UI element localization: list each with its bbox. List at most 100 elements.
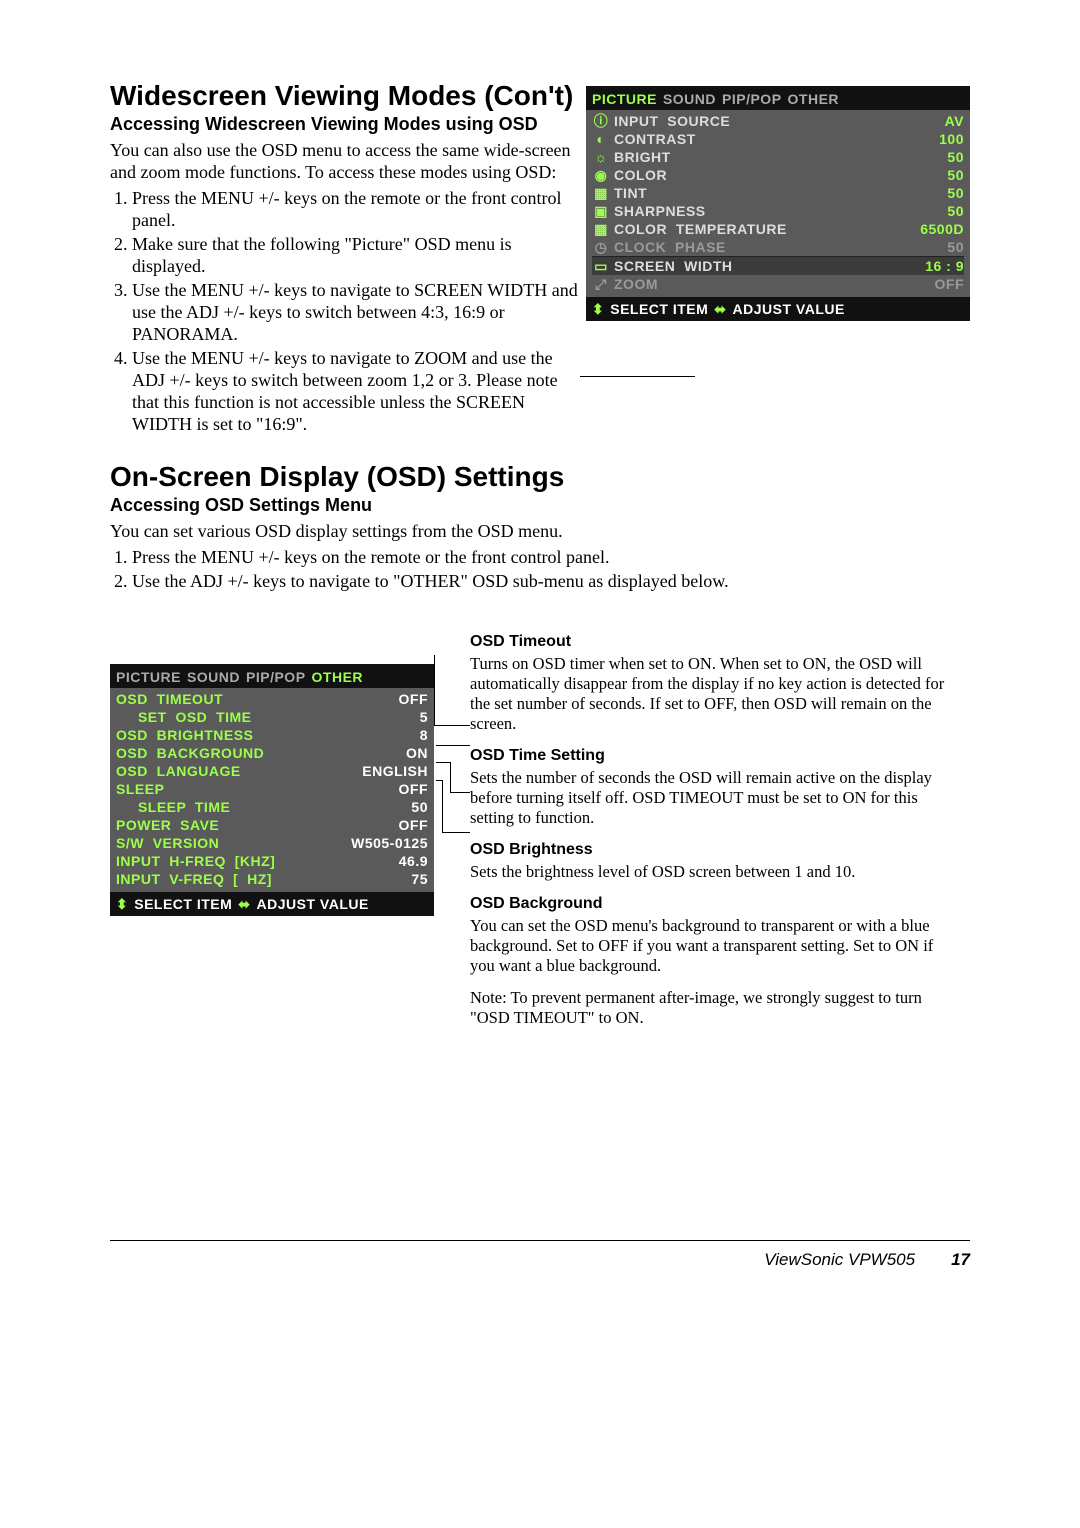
osd-row-value: ON [344, 744, 428, 762]
leader-line [450, 762, 451, 792]
osd-row-value: 50 [344, 798, 428, 816]
up-down-arrows-icon: ⬍ [592, 300, 604, 318]
osd-tab: SOUND [663, 91, 716, 107]
osd-row-label: SHARPNESS [614, 202, 880, 220]
osd-tab: PICTURE [592, 91, 657, 107]
osd-row-label: INPUT H-FREQ [KHZ] [116, 852, 344, 870]
leader-line [436, 745, 470, 746]
osd-tab: OTHER [788, 91, 840, 107]
section1-heading: Widescreen Viewing Modes (Con't) [110, 80, 578, 112]
osd-row-value: 50 [880, 238, 964, 256]
callout-body: You can set the OSD menu's background to… [470, 916, 960, 976]
osd-row: ⤢ZOOMOFF [592, 275, 964, 293]
osd-row-value: ENGLISH [344, 762, 428, 780]
osd-row-value: OFF [344, 780, 428, 798]
brightness-icon: ☼ [592, 148, 610, 166]
osd-row: ▭SCREEN WIDTH16 : 9 [592, 257, 964, 275]
osd-row-label: COLOR [614, 166, 880, 184]
footer-rule [110, 1240, 970, 1241]
osd-row-value: W505-0125 [344, 834, 428, 852]
osd-row-label: CLOCK PHASE [614, 238, 880, 256]
temperature-icon: ▦ [592, 220, 610, 238]
osd-row: INPUT V-FREQ [ HZ]75 [116, 870, 428, 888]
callout-title: OSD Background [470, 894, 960, 914]
osd-row: INPUT H-FREQ [KHZ]46.9 [116, 852, 428, 870]
callout-title: OSD Timeout [470, 632, 960, 652]
list-item: Use the MENU +/- keys to navigate to SCR… [132, 279, 578, 345]
osd-row-label: ZOOM [614, 275, 880, 293]
osd-row: POWER SAVEOFF [116, 816, 428, 834]
osd-row-label: OSD TIMEOUT [116, 690, 344, 708]
list-item: Use the ADJ +/- keys to navigate to "OTH… [132, 570, 970, 592]
list-item: Press the MENU +/- keys on the remote or… [132, 546, 970, 568]
osd-row-label: OSD BACKGROUND [116, 744, 344, 762]
osd-row-label: SLEEP [116, 780, 344, 798]
osd-row-value: 50 [880, 148, 964, 166]
osd-row: ⓘINPUT SOURCEAV [592, 112, 964, 130]
osd-row-value: 50 [880, 184, 964, 202]
osd-row-value: 75 [344, 870, 428, 888]
osd-row-label: BRIGHT [614, 148, 880, 166]
pointer-line [580, 376, 695, 377]
osd-row-label: INPUT V-FREQ [ HZ] [116, 870, 344, 888]
callout-body: Turns on OSD timer when set to ON. When … [470, 654, 960, 734]
osd2-footer: ⬍ SELECT ITEM ⬌ ADJUST VALUE [110, 892, 434, 916]
osd1-select-label: SELECT ITEM [610, 300, 708, 318]
osd-row-label: SCREEN WIDTH [614, 257, 880, 275]
callout-body: Sets the number of seconds the OSD will … [470, 768, 960, 828]
list-item: Use the MENU +/- keys to navigate to ZOO… [132, 347, 578, 435]
osd-row: ☼BRIGHT50 [592, 148, 964, 166]
osd-row-value: 50 [880, 166, 964, 184]
osd-row: ◷CLOCK PHASE50 [592, 238, 964, 256]
osd-row-value: 46.9 [344, 852, 428, 870]
callout-body: Sets the brightness level of OSD screen … [470, 862, 960, 882]
osd-row: S/W VERSIONW505-0125 [116, 834, 428, 852]
osd-row: OSD BACKGROUNDON [116, 744, 428, 762]
osd-tab: PICTURE [116, 669, 181, 685]
osd1-footer: ⬍ SELECT ITEM ⬌ ADJUST VALUE [586, 297, 970, 321]
callout-title: OSD Time Setting [470, 746, 960, 766]
osd-tab: SOUND [187, 669, 240, 685]
section2-intro: You can set various OSD display settings… [110, 520, 970, 542]
contrast-icon: ◐ [592, 130, 610, 148]
osd-row: ▣SHARPNESS50 [592, 202, 964, 220]
section1-subheading: Accessing Widescreen Viewing Modes using… [110, 114, 578, 135]
osd-row-value: OFF [344, 690, 428, 708]
left-right-arrows-icon: ⬌ [714, 300, 726, 318]
section1-steps: Press the MENU +/- keys on the remote or… [110, 187, 578, 435]
osd-row: ◐CONTRAST100 [592, 130, 964, 148]
osd-row-label: SET OSD TIME [116, 708, 344, 726]
osd2-adjust-label: ADJUST VALUE [257, 895, 369, 913]
osd1-tabs: PICTURE SOUND PIP/POP OTHER [586, 86, 970, 110]
osd-row-label: OSD LANGUAGE [116, 762, 344, 780]
note-text: Note: To prevent permanent after-image, … [470, 988, 960, 1028]
footer-page-number: 17 [951, 1250, 970, 1270]
section2-subheading: Accessing OSD Settings Menu [110, 495, 970, 516]
callouts-column: OSD TimeoutTurns on OSD timer when set t… [470, 632, 960, 1040]
osd-tab: PIP/POP [246, 669, 306, 685]
left-right-arrows-icon: ⬌ [238, 895, 250, 913]
osd-row-value: OFF [880, 275, 964, 293]
osd1-adjust-label: ADJUST VALUE [733, 300, 845, 318]
sharpness-icon: ▣ [592, 202, 610, 220]
osd-row-value: 5 [344, 708, 428, 726]
up-down-arrows-icon: ⬍ [116, 895, 128, 913]
section2-heading: On-Screen Display (OSD) Settings [110, 461, 970, 493]
osd-row: ▦TINT50 [592, 184, 964, 202]
leader-line [442, 780, 443, 832]
osd-row-label: CONTRAST [614, 130, 880, 148]
zoom-icon: ⤢ [592, 275, 610, 293]
screen-width-icon: ▭ [592, 257, 610, 275]
osd-row-label: COLOR TEMPERATURE [614, 220, 880, 238]
leader-line [434, 725, 470, 726]
section1-intro: You can also use the OSD menu to access … [110, 139, 578, 183]
osd2-select-label: SELECT ITEM [134, 895, 232, 913]
list-item: Press the MENU +/- keys on the remote or… [132, 187, 578, 231]
osd-tab: PIP/POP [722, 91, 782, 107]
osd-row-label: SLEEP TIME [116, 798, 344, 816]
osd-row: OSD BRIGHTNESS8 [116, 726, 428, 744]
osd-row: SET OSD TIME5 [116, 708, 428, 726]
osd-row-value: 100 [880, 130, 964, 148]
color-icon: ◉ [592, 166, 610, 184]
clock-icon: ◷ [592, 238, 610, 256]
